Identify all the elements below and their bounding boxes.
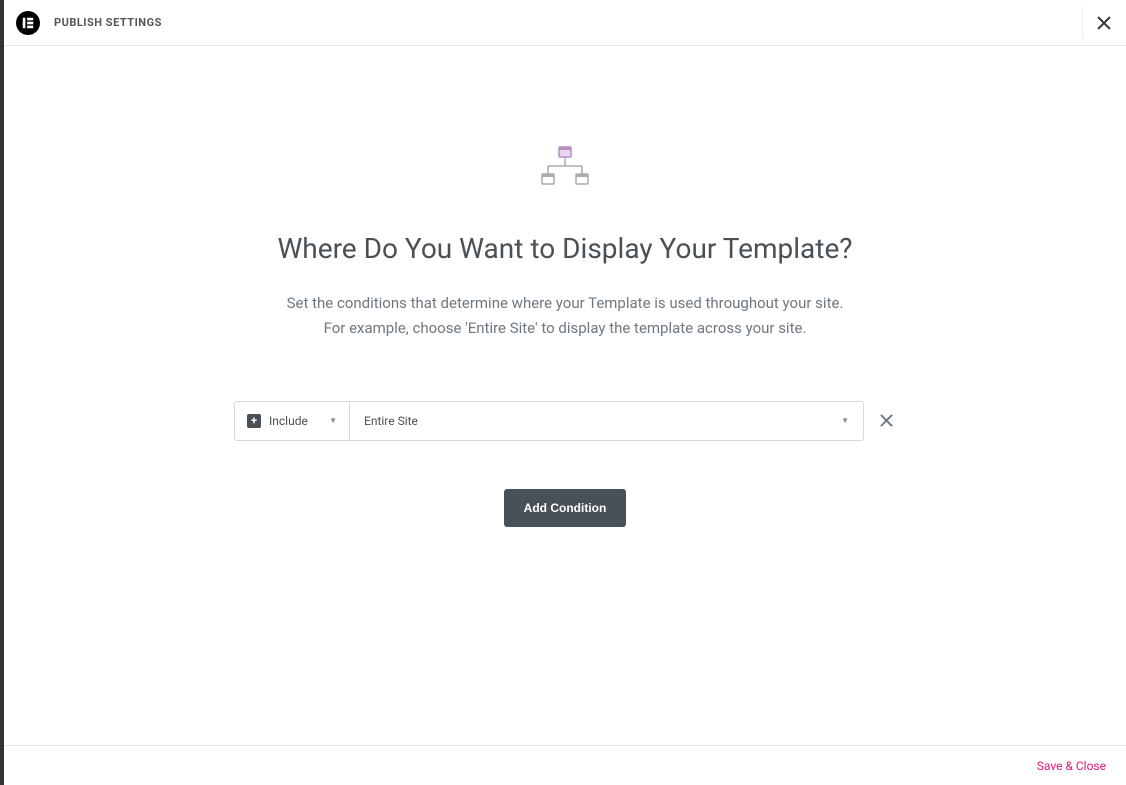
include-exclude-select[interactable]: + Include ▼ — [235, 402, 350, 440]
subtitle-line-1: Set the conditions that determine where … — [287, 294, 844, 312]
caret-down-icon: ▼ — [329, 416, 337, 425]
footer: Save & Close — [4, 745, 1126, 785]
sitemap-hero-icon — [540, 146, 590, 192]
subtitle-line-2: For example, choose 'Entire Site' to dis… — [324, 319, 807, 337]
scope-select[interactable]: Entire Site ▼ — [350, 402, 863, 440]
condition-row: + Include ▼ Entire Site ▼ — [234, 401, 896, 441]
plus-icon: + — [247, 414, 261, 428]
save-close-link[interactable]: Save & Close — [1037, 759, 1106, 773]
close-icon — [1096, 15, 1112, 31]
close-icon — [879, 413, 894, 428]
content-area: Where Do You Want to Display Your Templa… — [4, 46, 1126, 745]
header: PUBLISH SETTINGS — [4, 0, 1126, 46]
include-label: Include — [269, 414, 308, 428]
caret-down-icon: ▼ — [841, 416, 849, 425]
close-button[interactable] — [1082, 7, 1114, 39]
add-condition-button[interactable]: Add Condition — [504, 489, 627, 527]
header-title: PUBLISH SETTINGS — [54, 16, 162, 29]
elementor-logo-icon — [16, 11, 40, 35]
scope-label: Entire Site — [364, 414, 418, 428]
remove-condition-button[interactable] — [876, 411, 896, 431]
condition-group: + Include ▼ Entire Site ▼ — [234, 401, 864, 441]
subtitle: Set the conditions that determine where … — [287, 291, 844, 341]
main-heading: Where Do You Want to Display Your Templa… — [277, 232, 852, 265]
